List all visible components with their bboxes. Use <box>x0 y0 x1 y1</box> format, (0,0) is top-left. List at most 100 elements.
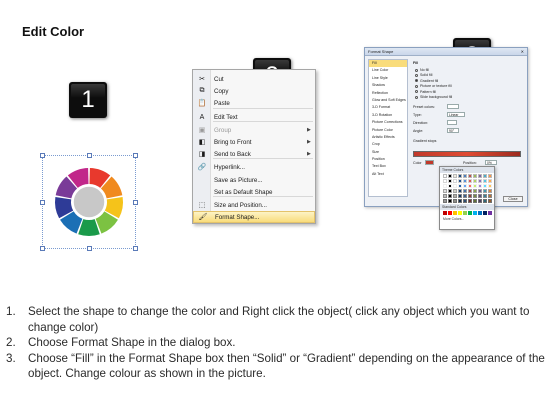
color-swatch[interactable] <box>473 194 477 198</box>
color-swatch[interactable] <box>458 194 462 198</box>
color-swatch[interactable] <box>448 211 452 215</box>
color-swatch[interactable] <box>468 199 472 203</box>
color-swatch[interactable] <box>473 189 477 193</box>
color-dropdown[interactable] <box>425 160 434 165</box>
color-swatch[interactable] <box>468 194 472 198</box>
gradient-stops-bar[interactable] <box>413 151 521 157</box>
color-swatch[interactable] <box>488 189 492 193</box>
color-swatch[interactable] <box>463 199 467 203</box>
radio-button[interactable] <box>415 90 418 94</box>
color-swatch[interactable] <box>443 179 447 183</box>
color-swatch[interactable] <box>478 174 482 178</box>
fill-option[interactable]: Picture or texture fill <box>415 84 452 88</box>
color-swatch[interactable] <box>478 211 482 215</box>
menu-item-paste[interactable]: 📋 Paste <box>193 97 315 109</box>
color-swatch[interactable] <box>463 174 467 178</box>
type-dropdown[interactable]: Linear <box>447 112 465 117</box>
color-swatch[interactable] <box>468 174 472 178</box>
radio-button[interactable] <box>415 73 418 77</box>
color-swatch[interactable] <box>478 189 482 193</box>
fill-option[interactable]: Gradient fill <box>415 79 438 83</box>
close-button[interactable]: Close <box>503 196 523 202</box>
color-swatch[interactable] <box>453 174 457 178</box>
menu-item-set-as-default-shape[interactable]: Set as Default Shape <box>193 186 315 198</box>
color-swatch[interactable] <box>443 194 447 198</box>
color-swatch[interactable] <box>463 211 467 215</box>
color-swatch[interactable] <box>448 179 452 183</box>
menu-item-size-and-position[interactable]: ⬚ Size and Position... <box>193 199 315 211</box>
fill-option[interactable]: Pattern fill <box>415 90 436 94</box>
radio-button[interactable] <box>415 79 418 83</box>
color-swatch[interactable] <box>473 179 477 183</box>
color-swatch[interactable] <box>468 189 472 193</box>
color-swatch[interactable] <box>453 194 457 198</box>
color-swatch[interactable] <box>468 179 472 183</box>
fill-option[interactable]: No fill <box>415 68 429 72</box>
category-item[interactable]: Fill <box>369 60 407 68</box>
color-swatch[interactable] <box>453 199 457 203</box>
category-item[interactable]: Picture Corrections <box>369 119 407 126</box>
radio-button[interactable] <box>415 68 418 72</box>
color-swatch[interactable] <box>458 179 462 183</box>
color-swatch[interactable] <box>463 184 467 188</box>
color-swatch[interactable] <box>468 184 472 188</box>
radio-button[interactable] <box>415 95 418 99</box>
color-swatch[interactable] <box>473 184 477 188</box>
color-swatch[interactable] <box>488 211 492 215</box>
color-swatch[interactable] <box>488 174 492 178</box>
category-item[interactable]: Shadow <box>369 82 407 89</box>
color-swatch[interactable] <box>458 211 462 215</box>
color-swatch[interactable] <box>488 194 492 198</box>
color-swatch[interactable] <box>448 194 452 198</box>
color-swatch[interactable] <box>448 189 452 193</box>
color-swatch[interactable] <box>473 199 477 203</box>
color-swatch[interactable] <box>463 179 467 183</box>
menu-item-group[interactable]: ▣ Group ▶ <box>193 124 315 136</box>
color-swatch[interactable] <box>473 174 477 178</box>
fill-option[interactable]: Solid fill <box>415 73 432 77</box>
category-item[interactable]: Alt Text <box>369 171 407 178</box>
color-swatch[interactable] <box>478 194 482 198</box>
category-item[interactable]: Text Box <box>369 163 407 170</box>
color-swatch[interactable] <box>443 184 447 188</box>
menu-item-hyperlink[interactable]: 🔗 Hyperlink... <box>193 161 315 173</box>
color-swatch[interactable] <box>478 199 482 203</box>
close-icon[interactable]: ✕ <box>521 49 524 54</box>
menu-item-copy[interactable]: ⧉ Copy <box>193 85 315 97</box>
color-swatch[interactable] <box>463 194 467 198</box>
category-item[interactable]: Line Style <box>369 75 407 82</box>
color-swatch[interactable] <box>483 184 487 188</box>
color-swatch[interactable] <box>453 184 457 188</box>
color-swatch[interactable] <box>483 194 487 198</box>
more-colors-link[interactable]: More Colors... <box>440 216 494 222</box>
color-swatch[interactable] <box>453 189 457 193</box>
category-item[interactable]: 3-D Format <box>369 104 407 111</box>
color-swatch[interactable] <box>483 199 487 203</box>
color-swatch[interactable] <box>473 211 477 215</box>
category-item[interactable]: Reflection <box>369 90 407 97</box>
color-swatch[interactable] <box>483 179 487 183</box>
preset-colors-dropdown[interactable] <box>447 104 459 109</box>
menu-item-format-shape[interactable]: 🖌 Format Shape... <box>193 211 315 223</box>
color-swatch[interactable] <box>488 179 492 183</box>
color-swatch[interactable] <box>478 179 482 183</box>
menu-item-bring-to-front[interactable]: ◧ Bring to Front ▶ <box>193 136 315 148</box>
color-swatch[interactable] <box>458 199 462 203</box>
menu-item-save-as-picture[interactable]: Save as Picture... <box>193 174 315 186</box>
category-item[interactable]: Size <box>369 149 407 156</box>
category-item[interactable]: 3-D Rotation <box>369 112 407 119</box>
menu-item-send-to-back[interactable]: ◨ Send to Back ▶ <box>193 148 315 160</box>
category-item[interactable]: Crop <box>369 141 407 148</box>
color-swatch[interactable] <box>483 174 487 178</box>
category-item[interactable]: Picture Color <box>369 127 407 134</box>
menu-item-cut[interactable]: ✂ Cut <box>193 73 315 85</box>
color-swatch[interactable] <box>443 211 447 215</box>
position-field[interactable]: 0% <box>485 160 497 165</box>
category-item[interactable]: Position <box>369 156 407 163</box>
color-swatch[interactable] <box>463 189 467 193</box>
angle-field[interactable]: 90° <box>447 128 459 133</box>
color-swatch[interactable] <box>458 184 462 188</box>
radio-button[interactable] <box>415 84 418 88</box>
direction-dropdown[interactable] <box>447 120 457 125</box>
color-swatch[interactable] <box>483 189 487 193</box>
